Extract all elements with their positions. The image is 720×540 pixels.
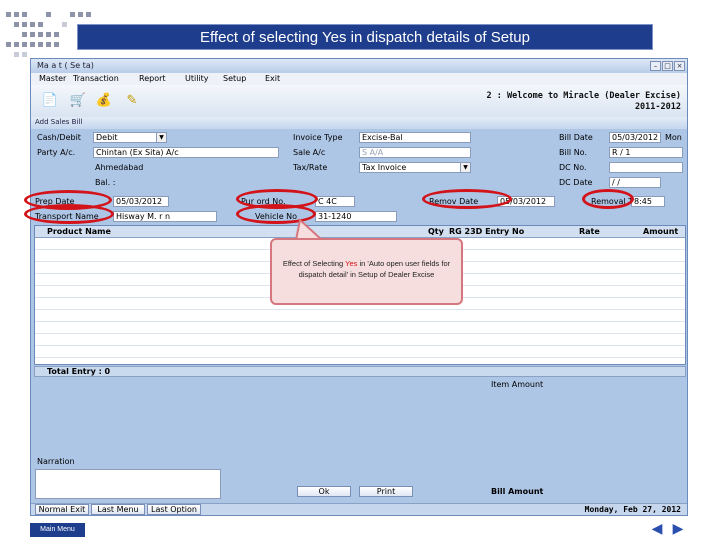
sale-ac-field[interactable]: S A/A <box>359 147 471 158</box>
window-titlebar: Ma a t ( Se ta) – □ × <box>31 59 687 73</box>
maximize-icon[interactable]: □ <box>662 61 673 71</box>
col-rg23d-entry[interactable]: RG 23D Entry No <box>449 227 524 236</box>
callout-text-before: Effect of Selecting <box>282 259 344 268</box>
prep-date-field[interactable]: 05/03/2012 <box>113 196 169 207</box>
bill-amount-label: Bill Amount <box>491 487 544 496</box>
highlight-removal-time <box>582 189 634 209</box>
cash-debit-value: Debit <box>96 133 118 142</box>
balance-label: Bal. : <box>95 178 116 187</box>
money-bag-icon[interactable]: 💰 <box>95 92 113 110</box>
tax-rate-value: Tax Invoice <box>362 163 407 172</box>
grid-header: Product Name Qty RG 23D Entry No Rate Am… <box>35 226 685 238</box>
main-menu-button[interactable]: Main Menu <box>30 523 85 537</box>
dc-no-field[interactable] <box>609 162 683 173</box>
narration-label: Narration <box>37 457 75 466</box>
normal-exit-button[interactable]: Normal Exit <box>35 504 89 515</box>
menu-master[interactable]: Master <box>39 73 73 85</box>
table-row[interactable] <box>35 347 685 358</box>
explanation-callout: Effect of Selecting Yes in 'Auto open us… <box>270 238 463 305</box>
toolbar: 📄 🛒 💰 ✎ 2 : Welcome to Miracle (Dealer E… <box>31 85 687 117</box>
party-label: Party A/c. <box>37 148 76 157</box>
slide-title: Effect of selecting Yes in dispatch deta… <box>77 24 653 50</box>
status-date: Monday, Feb 27, 2012 <box>584 505 681 514</box>
bill-date-day: Mon <box>665 133 682 142</box>
dc-date-field[interactable]: / / <box>609 177 661 188</box>
dc-no-label: DC No. <box>559 163 587 172</box>
tax-rate-select[interactable]: Tax Invoice ▼ <box>359 162 471 173</box>
item-amount-label: Item Amount <box>491 380 544 389</box>
table-row[interactable] <box>35 335 685 346</box>
print-button[interactable]: Print <box>359 486 413 497</box>
highlight-transport <box>24 204 114 224</box>
transport-field[interactable]: Hisway M. r n <box>113 211 217 222</box>
last-option-button[interactable]: Last Option <box>147 504 201 515</box>
next-arrow-icon[interactable]: ▶ <box>669 521 687 537</box>
col-product-name[interactable]: Product Name <box>47 227 111 236</box>
invoice-type-field[interactable]: Excise-Bal <box>359 132 471 143</box>
welcome-company: 2 : Welcome to Miracle (Dealer Excise) <box>486 91 681 101</box>
cash-debit-select[interactable]: Debit ▼ <box>93 132 167 143</box>
slide-nav: ◀ ▶ <box>648 521 687 537</box>
last-menu-button[interactable]: Last Menu <box>91 504 145 515</box>
table-row[interactable] <box>35 311 685 322</box>
highlight-vehicle <box>236 204 316 224</box>
close-icon[interactable]: × <box>674 61 685 71</box>
col-rate[interactable]: Rate <box>579 227 600 236</box>
menu-utility[interactable]: Utility <box>185 73 223 85</box>
col-qty[interactable]: Qty <box>428 227 444 236</box>
tax-rate-label: Tax/Rate <box>293 163 328 172</box>
menu-setup[interactable]: Setup <box>223 73 265 85</box>
status-bar: Normal Exit Last Menu Last Option Monday… <box>31 503 687 515</box>
document-icon[interactable]: 📄 <box>41 92 59 110</box>
chevron-down-icon[interactable]: ▼ <box>156 133 166 142</box>
form-title: Add Sales Bill <box>35 118 83 126</box>
sale-ac-label: Sale A/c <box>293 148 326 157</box>
col-amount[interactable]: Amount <box>643 227 678 236</box>
total-entry-label: Total Entry : 0 <box>47 367 111 376</box>
party-field[interactable]: Chintan (Ex Sita) A/c <box>93 147 279 158</box>
menu-report[interactable]: Report <box>139 73 185 85</box>
previous-arrow-icon[interactable]: ◀ <box>648 521 666 537</box>
callout-text-yes: Yes <box>345 259 358 268</box>
table-row[interactable] <box>35 323 685 334</box>
welcome-year: 2011-2012 <box>634 102 681 112</box>
window-title: Ma a t ( Se ta) <box>37 61 94 70</box>
bill-date-field[interactable]: 05/03/2012 <box>609 132 661 143</box>
highlight-remove-date <box>422 189 512 209</box>
dc-date-label: DC Date <box>559 178 593 187</box>
bill-no-label: Bill No. <box>559 148 587 157</box>
ok-button[interactable]: Ok <box>297 486 351 497</box>
vehicle-field[interactable]: 31-1240 <box>315 211 397 222</box>
minimize-icon[interactable]: – <box>650 61 661 71</box>
bill-date-label: Bill Date <box>559 133 593 142</box>
cash-debit-label: Cash/Debit <box>37 133 81 142</box>
removal-time-field[interactable]: 8:45 <box>631 196 665 207</box>
narration-input[interactable] <box>35 469 221 499</box>
form-titlebar: Add Sales Bill <box>31 117 687 129</box>
total-entry-bar: Total Entry : 0 <box>34 366 686 377</box>
bill-no-field[interactable]: R / 1 <box>609 147 683 158</box>
welcome-banner: 2 : Welcome to Miracle (Dealer Excise) 2… <box>487 91 681 113</box>
menu-exit[interactable]: Exit <box>265 73 299 85</box>
cart-icon[interactable]: 🛒 <box>69 92 87 110</box>
menu-bar: Master Transaction Report Utility Setup … <box>31 73 687 85</box>
menu-transaction[interactable]: Transaction <box>73 73 139 85</box>
pur-ord-field[interactable]: C 4C <box>315 196 355 207</box>
city-label: Ahmedabad <box>95 163 144 172</box>
chevron-down-icon[interactable]: ▼ <box>460 163 470 172</box>
invoice-type-label: Invoice Type <box>293 133 343 142</box>
edit-icon[interactable]: ✎ <box>123 92 141 110</box>
